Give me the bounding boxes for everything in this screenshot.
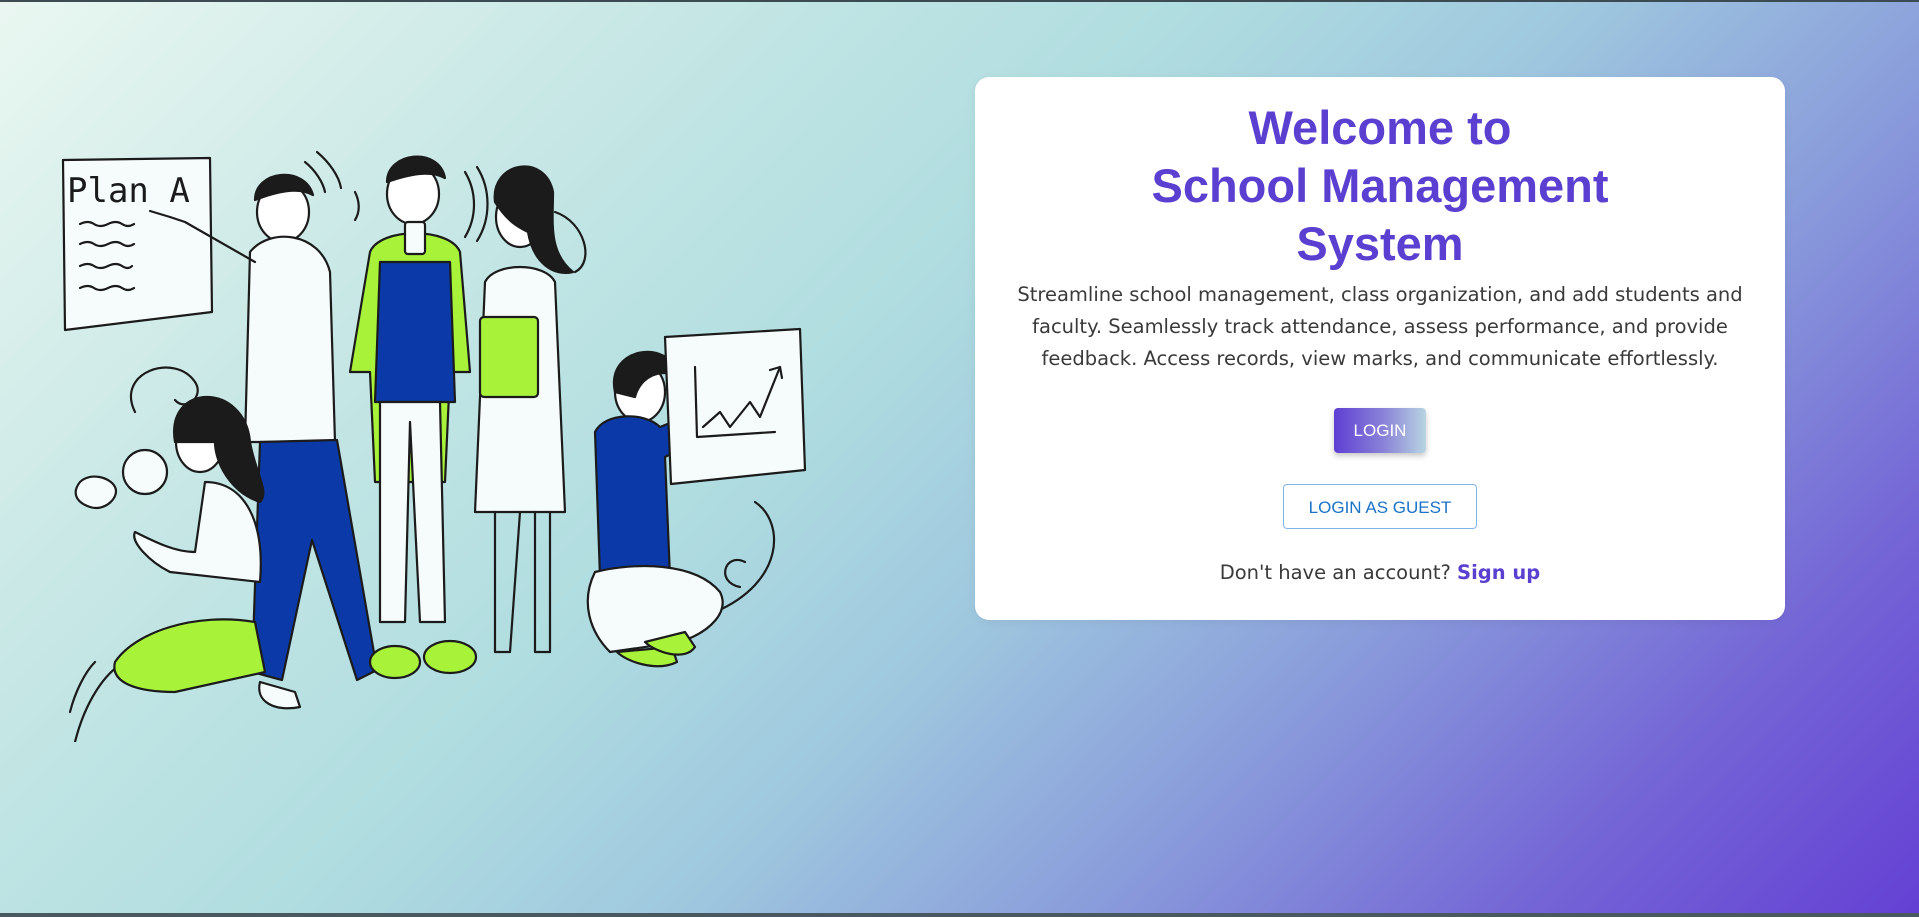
description-text: Streamline school management, class orga… [1017,283,1743,370]
page-background: Plan A Welcome to School Management Syst… [0,0,1919,917]
title-line-2: School Management [1151,159,1609,212]
trend-chart-board [663,327,807,486]
login-button[interactable]: LOGIN [1333,408,1427,453]
page-title: Welcome to School Management System [1100,99,1660,273]
signup-link[interactable]: Sign up [1457,561,1540,584]
welcome-card: Welcome to School Management System Stre… [975,77,1785,620]
whiteboard-plan-a: Plan A [61,156,214,332]
login-as-guest-button[interactable]: LOGIN AS GUEST [1283,484,1477,529]
person-with-magnifier [74,396,267,694]
signup-row: Don't have an account? Sign up [975,561,1785,584]
title-line-1: Welcome to [1248,101,1512,154]
person-with-phone [348,155,478,680]
whiteboard-text: Plan A [67,171,190,211]
title-line-3: System [1296,217,1464,270]
signup-prompt: Don't have an account? [1219,561,1451,584]
person-with-folder [473,165,587,654]
students-illustration: Plan A [61,150,807,742]
